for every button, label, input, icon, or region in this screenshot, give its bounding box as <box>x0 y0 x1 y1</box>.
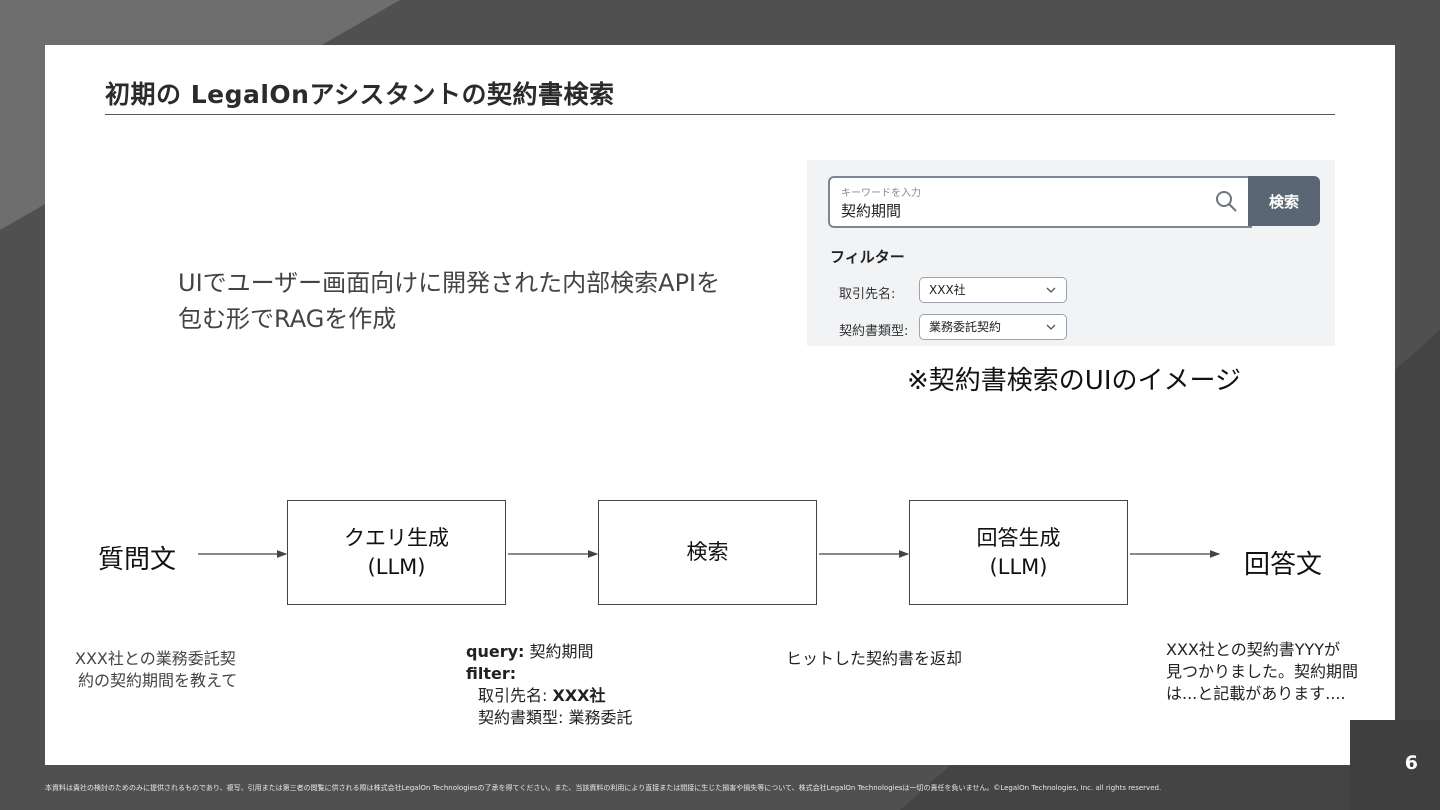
note-line: XXX社との契約書YYYが <box>1166 640 1341 659</box>
filter-label-type: 契約書類型: <box>839 324 909 339</box>
title-divider <box>105 114 1335 115</box>
note-line: 見つかりました。契約期間 <box>1166 662 1359 681</box>
flow-input: 質問文 <box>98 545 177 575</box>
filter2-value: 業務委託 <box>568 708 633 727</box>
step-subtitle: (LLM) <box>989 554 1048 579</box>
contract-type-select[interactable]: 業務委託契約 <box>919 314 1067 340</box>
chevron-down-icon <box>1046 324 1056 330</box>
flow-step-query-generation: クエリ生成 (LLM) <box>287 500 506 605</box>
flow-step-answer-generation: 回答生成 (LLM) <box>909 500 1128 605</box>
filter1-label: 取引先名: <box>478 686 548 705</box>
search-ui-mockup: キーワードを入力 契約期間 検索 フィルター 取引先名: XXX社 契約書類型:… <box>807 160 1335 346</box>
query-key: query: <box>466 642 525 661</box>
filter-label-client: 取引先名: <box>839 287 896 302</box>
slide: 初期の LegalOnアシスタントの契約書検索 UIでユーザー画面向けに開発され… <box>45 45 1395 765</box>
description-text: UIでユーザー画面向けに開発された内部検索APIを 包む形でRAGを作成 <box>178 269 721 333</box>
chevron-down-icon <box>1046 287 1056 293</box>
search-value: 契約期間 <box>841 202 902 220</box>
client-select-value: XXX社 <box>929 283 966 297</box>
answer-note: XXX社との契約書YYYが 見つかりました。契約期間 は...と記載があります.… <box>1166 639 1358 705</box>
filter-title: フィルター <box>830 248 905 266</box>
search-input[interactable]: キーワードを入力 契約期間 <box>828 176 1252 228</box>
contract-type-select-value: 業務委託契約 <box>929 320 1002 334</box>
flow-step-search: 検索 <box>598 500 817 605</box>
search-icon <box>1216 191 1237 212</box>
query-value: 契約期間 <box>529 642 594 661</box>
footer-disclaimer: 本資料は貴社の検討のためのみに提供されるものであり、複写、引用または第三者の閲覧… <box>45 784 1162 792</box>
slide-title: 初期の LegalOnアシスタントの契約書検索 <box>105 80 615 109</box>
mockup-caption: ※契約書検索のUIのイメージ <box>907 366 1241 396</box>
query-note: query: 契約期間 filter: 取引先名: XXX社 契約書類型: 業務… <box>466 641 633 729</box>
page-number: 6 <box>1404 752 1418 774</box>
search-placeholder: キーワードを入力 <box>841 188 921 199</box>
note-line: 約の契約期間を教えて <box>78 671 238 690</box>
filter2-label: 契約書類型: <box>478 708 564 727</box>
filter-key: filter: <box>466 664 517 683</box>
step-title: 検索 <box>686 540 729 564</box>
filter1-value: XXX社 <box>552 686 606 705</box>
search-button[interactable]: 検索 <box>1248 176 1320 226</box>
note-line: XXX社との業務委託契 <box>75 649 236 668</box>
note-line: は...と記載があります.... <box>1166 684 1346 703</box>
question-note: XXX社との業務委託契 約の契約期間を教えて <box>75 648 237 692</box>
search-result-note: ヒットした契約書を返却 <box>786 649 963 668</box>
client-select[interactable]: XXX社 <box>919 277 1067 303</box>
step-subtitle: (LLM) <box>367 554 426 579</box>
flow-output: 回答文 <box>1244 550 1323 580</box>
step-title: 回答生成 <box>976 525 1061 550</box>
step-title: クエリ生成 <box>344 525 449 550</box>
page-number-box: 6 <box>1350 720 1440 810</box>
